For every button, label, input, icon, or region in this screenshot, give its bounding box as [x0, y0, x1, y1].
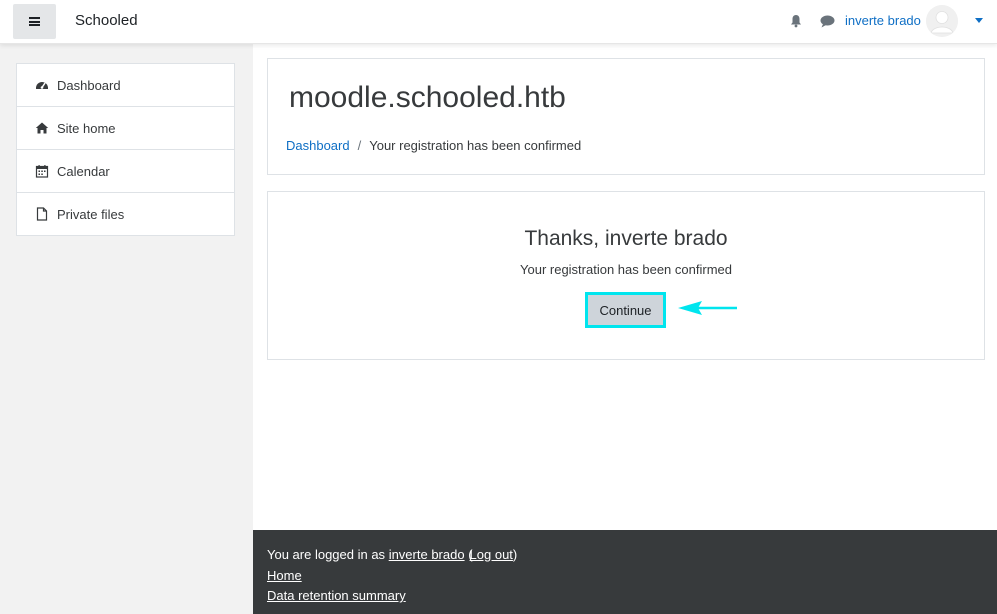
footer-user-link[interactable]: inverte brado: [389, 547, 465, 562]
sidebar-item-label: Dashboard: [57, 77, 121, 93]
breadcrumb-separator: /: [357, 138, 362, 153]
page-footer: You are logged in as inverte brado (Log …: [253, 530, 997, 614]
breadcrumb-current: Your registration has been confirmed: [369, 138, 582, 153]
home-icon: [35, 121, 49, 135]
sidebar-item-dashboard[interactable]: Dashboard: [17, 64, 234, 107]
sidebar-nav: Dashboard Site home Calendar Private fil…: [16, 63, 235, 236]
sidebar-item-label: Calendar: [57, 163, 110, 179]
sidebar-item-calendar[interactable]: Calendar: [17, 150, 234, 193]
site-brand[interactable]: Schooled: [75, 12, 138, 29]
chat-icon[interactable]: [820, 15, 835, 28]
sidebar-item-site-home[interactable]: Site home: [17, 107, 234, 150]
confirmation-message: Your registration has been confirmed: [520, 262, 732, 277]
avatar-icon[interactable]: [926, 5, 958, 37]
sidebar-item-label: Site home: [57, 120, 116, 136]
caret-down-icon[interactable]: [975, 18, 983, 23]
main-region: moodle.schooled.htb Dashboard / Your reg…: [253, 44, 997, 530]
breadcrumb: Dashboard / Your registration has been c…: [286, 138, 581, 153]
sidebar-item-private-files[interactable]: Private files: [17, 193, 234, 235]
close-paren: ): [512, 547, 518, 562]
logout-link[interactable]: Log out: [470, 547, 513, 562]
calendar-icon: [35, 164, 49, 178]
menu-icon: [29, 17, 40, 26]
login-info-prefix: You are logged in as: [267, 547, 386, 562]
file-icon: [35, 207, 49, 221]
arrow-pointer-icon: [678, 301, 737, 315]
continue-button[interactable]: Continue: [585, 292, 666, 328]
bell-icon[interactable]: [789, 14, 803, 28]
confirmation-heading: Thanks, inverte brado: [524, 227, 728, 250]
breadcrumb-dashboard-link[interactable]: Dashboard: [286, 138, 350, 153]
top-navbar: Schooled inverte brado: [0, 0, 997, 44]
nav-drawer: Dashboard Site home Calendar Private fil…: [0, 44, 253, 614]
login-info: You are logged in as inverte brado (Log …: [267, 547, 517, 562]
user-menu-name[interactable]: inverte brado: [845, 13, 921, 28]
confirmation-card: Thanks, inverte brado Your registration …: [267, 191, 985, 360]
sidebar-item-label: Private files: [57, 206, 125, 222]
page-header: moodle.schooled.htb Dashboard / Your reg…: [267, 58, 985, 175]
dashboard-icon: [35, 78, 49, 92]
footer-home-link[interactable]: Home: [267, 568, 302, 583]
drawer-toggle-button[interactable]: [13, 4, 56, 39]
data-retention-link[interactable]: Data retention summary: [267, 588, 406, 603]
page-title: moodle.schooled.htb: [289, 81, 566, 114]
